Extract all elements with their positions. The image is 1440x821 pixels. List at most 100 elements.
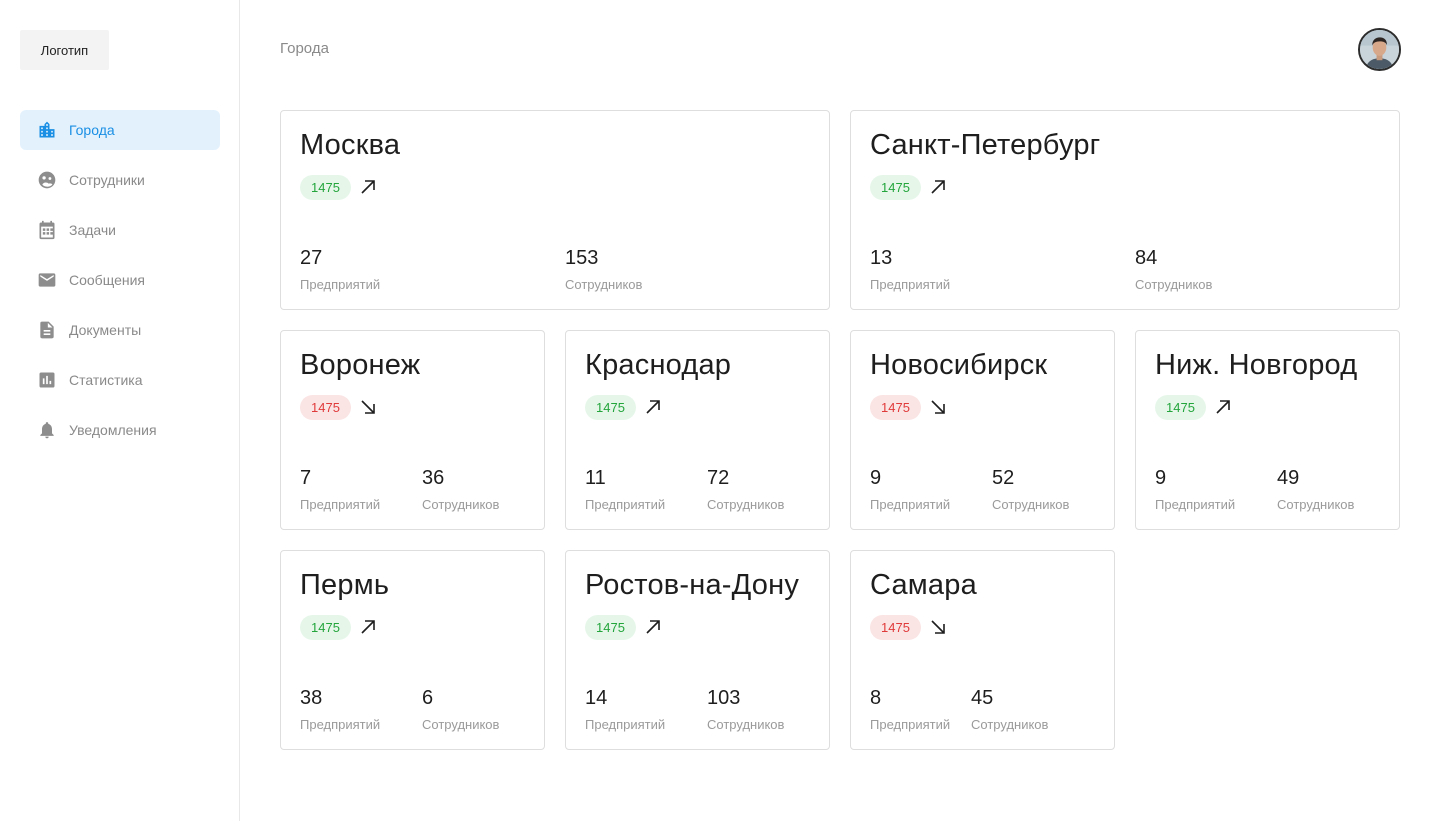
city-card[interactable]: Самара 1475 8 Предприятий 45 Сотрудников [850, 550, 1115, 750]
arrow-up-right-icon [646, 400, 660, 414]
employees-label: Сотрудников [422, 497, 500, 512]
employees-stat: 52 Сотрудников [992, 466, 1069, 512]
arrow-up-right-icon [1216, 400, 1230, 414]
employees-stat: 45 Сотрудников [971, 686, 1048, 732]
sidebar-item-cities[interactable]: Города [20, 110, 220, 150]
sidebar: Логотип Города Сотрудники Задачи Сообщен… [0, 0, 240, 821]
calendar-icon [36, 219, 58, 241]
employees-label: Сотрудников [422, 717, 500, 732]
enterprises-stat: 14 Предприятий [585, 686, 665, 732]
trend-badge: 1475 [585, 395, 636, 420]
employees-stat: 36 Сотрудников [422, 466, 499, 512]
enterprises-stat: 27 Предприятий [300, 246, 380, 292]
enterprises-label: Предприятий [300, 277, 381, 292]
sidebar-item-label: Города [69, 122, 115, 138]
employees-label: Сотрудников [565, 277, 643, 292]
city-card[interactable]: Ростов-на-Дону 1475 14 Предприятий 103 С… [565, 550, 830, 750]
employees-count: 52 [992, 467, 1015, 489]
enterprises-label: Предприятий [585, 717, 666, 732]
employees-count: 84 [1135, 247, 1158, 269]
user-avatar-image [1360, 30, 1399, 69]
arrow-up-right-icon [361, 180, 375, 194]
city-name: Москва [300, 129, 401, 161]
city-card[interactable]: Краснодар 1475 11 Предприятий 72 Сотрудн… [565, 330, 830, 530]
city-card[interactable]: Москва 1475 27 Предприятий 153 Сотрудник… [280, 110, 830, 310]
enterprises-label: Предприятий [585, 497, 666, 512]
employees-count: 6 [422, 687, 434, 709]
employees-stat: 49 Сотрудников [1277, 466, 1354, 512]
sidebar-item-employees[interactable]: Сотрудники [20, 160, 220, 200]
sidebar-item-statistics[interactable]: Статистика [20, 360, 220, 400]
chart-icon [36, 369, 58, 391]
employees-stat: 6 Сотрудников [422, 686, 499, 732]
trend-badge: 1475 [870, 175, 921, 200]
enterprises-stat: 9 Предприятий [1155, 466, 1235, 512]
employees-stat: 84 Сотрудников [1135, 246, 1212, 292]
employees-label: Сотрудников [707, 717, 785, 732]
trend-badge: 1475 [585, 615, 636, 640]
enterprises-count: 8 [870, 687, 882, 709]
employees-label: Сотрудников [707, 497, 785, 512]
avatar[interactable] [1358, 28, 1401, 71]
employees-label: Сотрудников [1135, 277, 1213, 292]
employees-count: 45 [971, 687, 994, 709]
city-name: Новосибирск [870, 349, 1048, 381]
city-name: Самара [870, 569, 977, 601]
trend-badge: 1475 [300, 175, 351, 200]
city-card[interactable]: Воронеж 1475 7 Предприятий 36 Сотруднико… [280, 330, 545, 530]
trend-badge: 1475 [300, 615, 351, 640]
enterprises-count: 13 [870, 247, 893, 269]
people-icon [36, 169, 58, 191]
bell-icon [36, 419, 58, 441]
sidebar-item-tasks[interactable]: Задачи [20, 210, 220, 250]
page-title: Города [280, 40, 329, 57]
employees-stat: 72 Сотрудников [707, 466, 784, 512]
arrow-up-right-icon [931, 180, 945, 194]
enterprises-count: 7 [300, 467, 312, 489]
enterprises-count: 11 [585, 467, 606, 489]
employees-count: 49 [1277, 467, 1300, 489]
document-icon [36, 319, 58, 341]
city-card[interactable]: Ниж. Новгород 1475 9 Предприятий 49 Сотр… [1135, 330, 1400, 530]
enterprises-label: Предприятий [300, 717, 381, 732]
trend-badge: 1475 [870, 615, 921, 640]
enterprises-label: Предприятий [300, 497, 381, 512]
enterprises-label: Предприятий [870, 277, 951, 292]
city-card[interactable]: Пермь 1475 38 Предприятий 6 Сотрудников [280, 550, 545, 750]
arrow-up-right-icon [361, 620, 375, 634]
city-card[interactable]: Новосибирск 1475 9 Предприятий 52 Сотруд… [850, 330, 1115, 530]
employees-count: 103 [707, 687, 741, 709]
enterprises-stat: 8 Предприятий [870, 686, 950, 732]
enterprises-count: 14 [585, 687, 608, 709]
enterprises-label: Предприятий [1155, 497, 1236, 512]
city-name: Пермь [300, 569, 390, 601]
logo[interactable]: Логотип [20, 30, 109, 70]
city-card[interactable]: Санкт-Петербург 1475 13 Предприятий 84 С… [850, 110, 1400, 310]
mail-icon [36, 269, 58, 291]
enterprises-count: 38 [300, 687, 323, 709]
sidebar-item-messages[interactable]: Сообщения [20, 260, 220, 300]
employees-stat: 153 Сотрудников [565, 246, 642, 292]
enterprises-stat: 38 Предприятий [300, 686, 380, 732]
sidebar-item-documents[interactable]: Документы [20, 310, 220, 350]
city-name: Воронеж [300, 349, 421, 381]
sidebar-nav: Города Сотрудники Задачи Сообщения Докум… [20, 110, 220, 460]
sidebar-item-label: Документы [69, 322, 142, 338]
employees-count: 153 [565, 247, 599, 269]
arrow-down-right-icon [931, 400, 945, 414]
enterprises-stat: 9 Предприятий [870, 466, 950, 512]
city-icon [36, 119, 58, 141]
city-name: Ростов-на-Дону [585, 569, 800, 601]
sidebar-item-label: Статистика [69, 372, 143, 388]
enterprises-stat: 11 Предприятий [585, 466, 665, 512]
employees-label: Сотрудников [971, 717, 1049, 732]
sidebar-item-notifications[interactable]: Уведомления [20, 410, 220, 450]
trend-badge: 1475 [870, 395, 921, 420]
trend-badge: 1475 [1155, 395, 1206, 420]
sidebar-item-label: Уведомления [69, 422, 157, 438]
employees-label: Сотрудников [992, 497, 1070, 512]
enterprises-label: Предприятий [870, 497, 951, 512]
city-name: Ниж. Новгород [1155, 349, 1358, 381]
sidebar-item-label: Сотрудники [69, 172, 145, 188]
employees-count: 36 [422, 467, 445, 489]
